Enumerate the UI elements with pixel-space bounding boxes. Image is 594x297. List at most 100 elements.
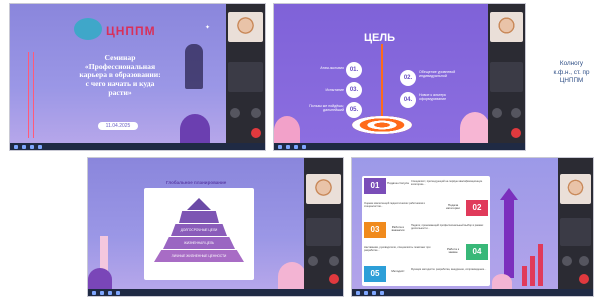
- taskbar: [352, 289, 593, 296]
- slide-seminar: ЦНППМ Семинар «Профессиональная карьера …: [10, 4, 228, 145]
- pyramid-layer-3: ДОЛГОСРОЧНЫЕ ЦЕЛИ: [171, 224, 227, 236]
- plant-decoration: [278, 262, 306, 291]
- goal-text-5: Пользы же пойдёшь; дальнейший: [309, 104, 344, 113]
- goal-number-1: 01.: [346, 62, 362, 78]
- screenshot-seminar-title: ЦНППМ Семинар «Профессиональная карьера …: [9, 3, 266, 151]
- camera-panel: [304, 158, 343, 291]
- arrow-head-icon: [500, 188, 518, 200]
- date-badge: 11.04.2025: [98, 122, 138, 130]
- speaker-video: [306, 174, 341, 204]
- mic-button[interactable]: [562, 256, 572, 266]
- app-icon[interactable]: [30, 144, 34, 149]
- bar-decoration: [522, 266, 527, 286]
- step-row-4: Наставники, руководители, специалисты по…: [364, 244, 488, 260]
- speaker-video: [560, 174, 591, 204]
- pyramid-title: Глобальное планирование: [166, 180, 227, 185]
- app-icon[interactable]: [286, 144, 290, 149]
- logo-text: ЦНППМ: [106, 24, 156, 38]
- step-number: 05: [364, 266, 386, 282]
- step-label: Работа и вакансии: [391, 225, 405, 233]
- step-number: 04: [466, 244, 488, 260]
- step-row-5: 05 Методист Функции методиста: разработк…: [364, 266, 488, 282]
- step-label: Подача статуса: [387, 181, 409, 185]
- step-text: Педагог, принимающий профессиональный вы…: [411, 224, 484, 230]
- slide-goal: ЦЕЛЬ 01. Атим-зыльвио 02. Обещение уровн…: [274, 4, 490, 145]
- camera-button[interactable]: [579, 256, 589, 266]
- step-row-1: 01 Подача статуса Специалист, претендующ…: [364, 178, 488, 194]
- screenshot-pyramid: Глобальное планирование ДОЛГОСРОЧНЫЕ ЦЕЛ…: [87, 157, 344, 297]
- goal-number-2: 02.: [400, 70, 416, 86]
- app-icon[interactable]: [294, 144, 298, 149]
- plant-decoration: [88, 268, 112, 291]
- plant-decoration: [180, 114, 210, 145]
- taskbar: [10, 143, 265, 150]
- step-number: 03: [364, 222, 386, 238]
- pyramid-layer-5: ЛИЧНЫЕ ЖИЗНЕННЫЕ ЦЕННОСТИ: [154, 250, 244, 262]
- goal-text-4: Новое к альтерк оформуривание: [419, 93, 447, 102]
- step-row-2: Оценка компетенций педагогических работн…: [364, 200, 488, 216]
- step-label: Подача категории: [446, 203, 460, 211]
- camera-button[interactable]: [329, 256, 339, 266]
- goal-number-5: 05.: [346, 102, 362, 118]
- app-icon[interactable]: [38, 144, 42, 149]
- step-number: 02: [466, 200, 488, 216]
- camera-panel: [488, 4, 525, 145]
- plant-decoration: [274, 116, 300, 145]
- leave-call-button[interactable]: [251, 128, 261, 138]
- climber-figure: [185, 44, 203, 89]
- camera-button[interactable]: [511, 108, 521, 118]
- step-text: Функции методиста: разработка, внедрение…: [411, 268, 487, 271]
- screenshot-goal: ЦЕЛЬ 01. Атим-зыльвио 02. Обещение уровн…: [273, 3, 526, 151]
- growth-arrow-icon: [504, 198, 514, 278]
- goal-title: ЦЕЛЬ: [364, 32, 395, 44]
- camera-panel: [558, 158, 593, 291]
- step-number: 01: [364, 178, 386, 194]
- step-row-3: 03 Работа и вакансии Педагог, принимающи…: [364, 222, 488, 238]
- app-icon[interactable]: [302, 144, 306, 149]
- mic-button[interactable]: [230, 108, 240, 118]
- goal-text-2: Обещение уровневой индивидуальной: [419, 70, 456, 79]
- goal-number-4: 04.: [400, 92, 416, 108]
- speaker-caption: Колногу к.ф.н., ст. пр ЦНППМ: [553, 60, 590, 85]
- logo-icon: [74, 18, 102, 40]
- step-text: Наставники, руководители, специалисты по…: [364, 246, 431, 252]
- speaker-video: [228, 12, 263, 42]
- leave-call-button[interactable]: [579, 274, 589, 284]
- seminar-title: Семинар «Профессиональная карьера в обра…: [79, 53, 161, 97]
- slide-pyramid: Глобальное планирование ДОЛГОСРОЧНЫЕ ЦЕЛ…: [88, 158, 306, 291]
- taskbar: [274, 143, 525, 150]
- goal-text-3: Испытание: [325, 88, 344, 92]
- step-label: Работа к заявке: [446, 247, 460, 255]
- app-icon[interactable]: [22, 144, 26, 149]
- target-icon: [352, 116, 412, 134]
- camera-button[interactable]: [251, 108, 261, 118]
- start-icon[interactable]: [14, 144, 18, 149]
- step-text: Оценка компетенций педагогических работн…: [364, 202, 426, 208]
- pyramid-layer-2: [179, 211, 219, 223]
- bar-decoration: [538, 244, 543, 286]
- goal-number-3: 03.: [346, 82, 362, 98]
- leave-call-button[interactable]: [511, 128, 521, 138]
- participant-tile: [306, 218, 341, 246]
- start-icon[interactable]: [278, 144, 282, 149]
- participant-tile: [228, 62, 263, 92]
- step-label: Методист: [391, 269, 405, 273]
- plant-decoration: [460, 112, 490, 145]
- camera-panel: [226, 4, 265, 145]
- step-text: Специалист, претендующий на первую квали…: [411, 180, 483, 186]
- screenshot-steps: 01 Подача статуса Специалист, претендующ…: [351, 157, 594, 297]
- mic-button[interactable]: [308, 256, 318, 266]
- speaker-video: [490, 12, 523, 42]
- taskbar: [88, 289, 343, 296]
- leave-call-button[interactable]: [329, 274, 339, 284]
- mic-button[interactable]: [492, 108, 502, 118]
- goal-text-1: Атим-зыльвио: [320, 66, 344, 70]
- participant-tile: [490, 62, 523, 92]
- ladder-decoration: [28, 52, 34, 138]
- star-icon: ✦: [205, 25, 211, 31]
- pyramid-layer-4: ЖИЗНЕННАЯ ЦЕЛЬ: [163, 237, 235, 249]
- participant-tile: [560, 218, 591, 246]
- slide-steps: 01 Подача статуса Специалист, претендующ…: [352, 158, 560, 291]
- arrow-icon: [381, 44, 383, 116]
- bar-decoration: [530, 256, 535, 286]
